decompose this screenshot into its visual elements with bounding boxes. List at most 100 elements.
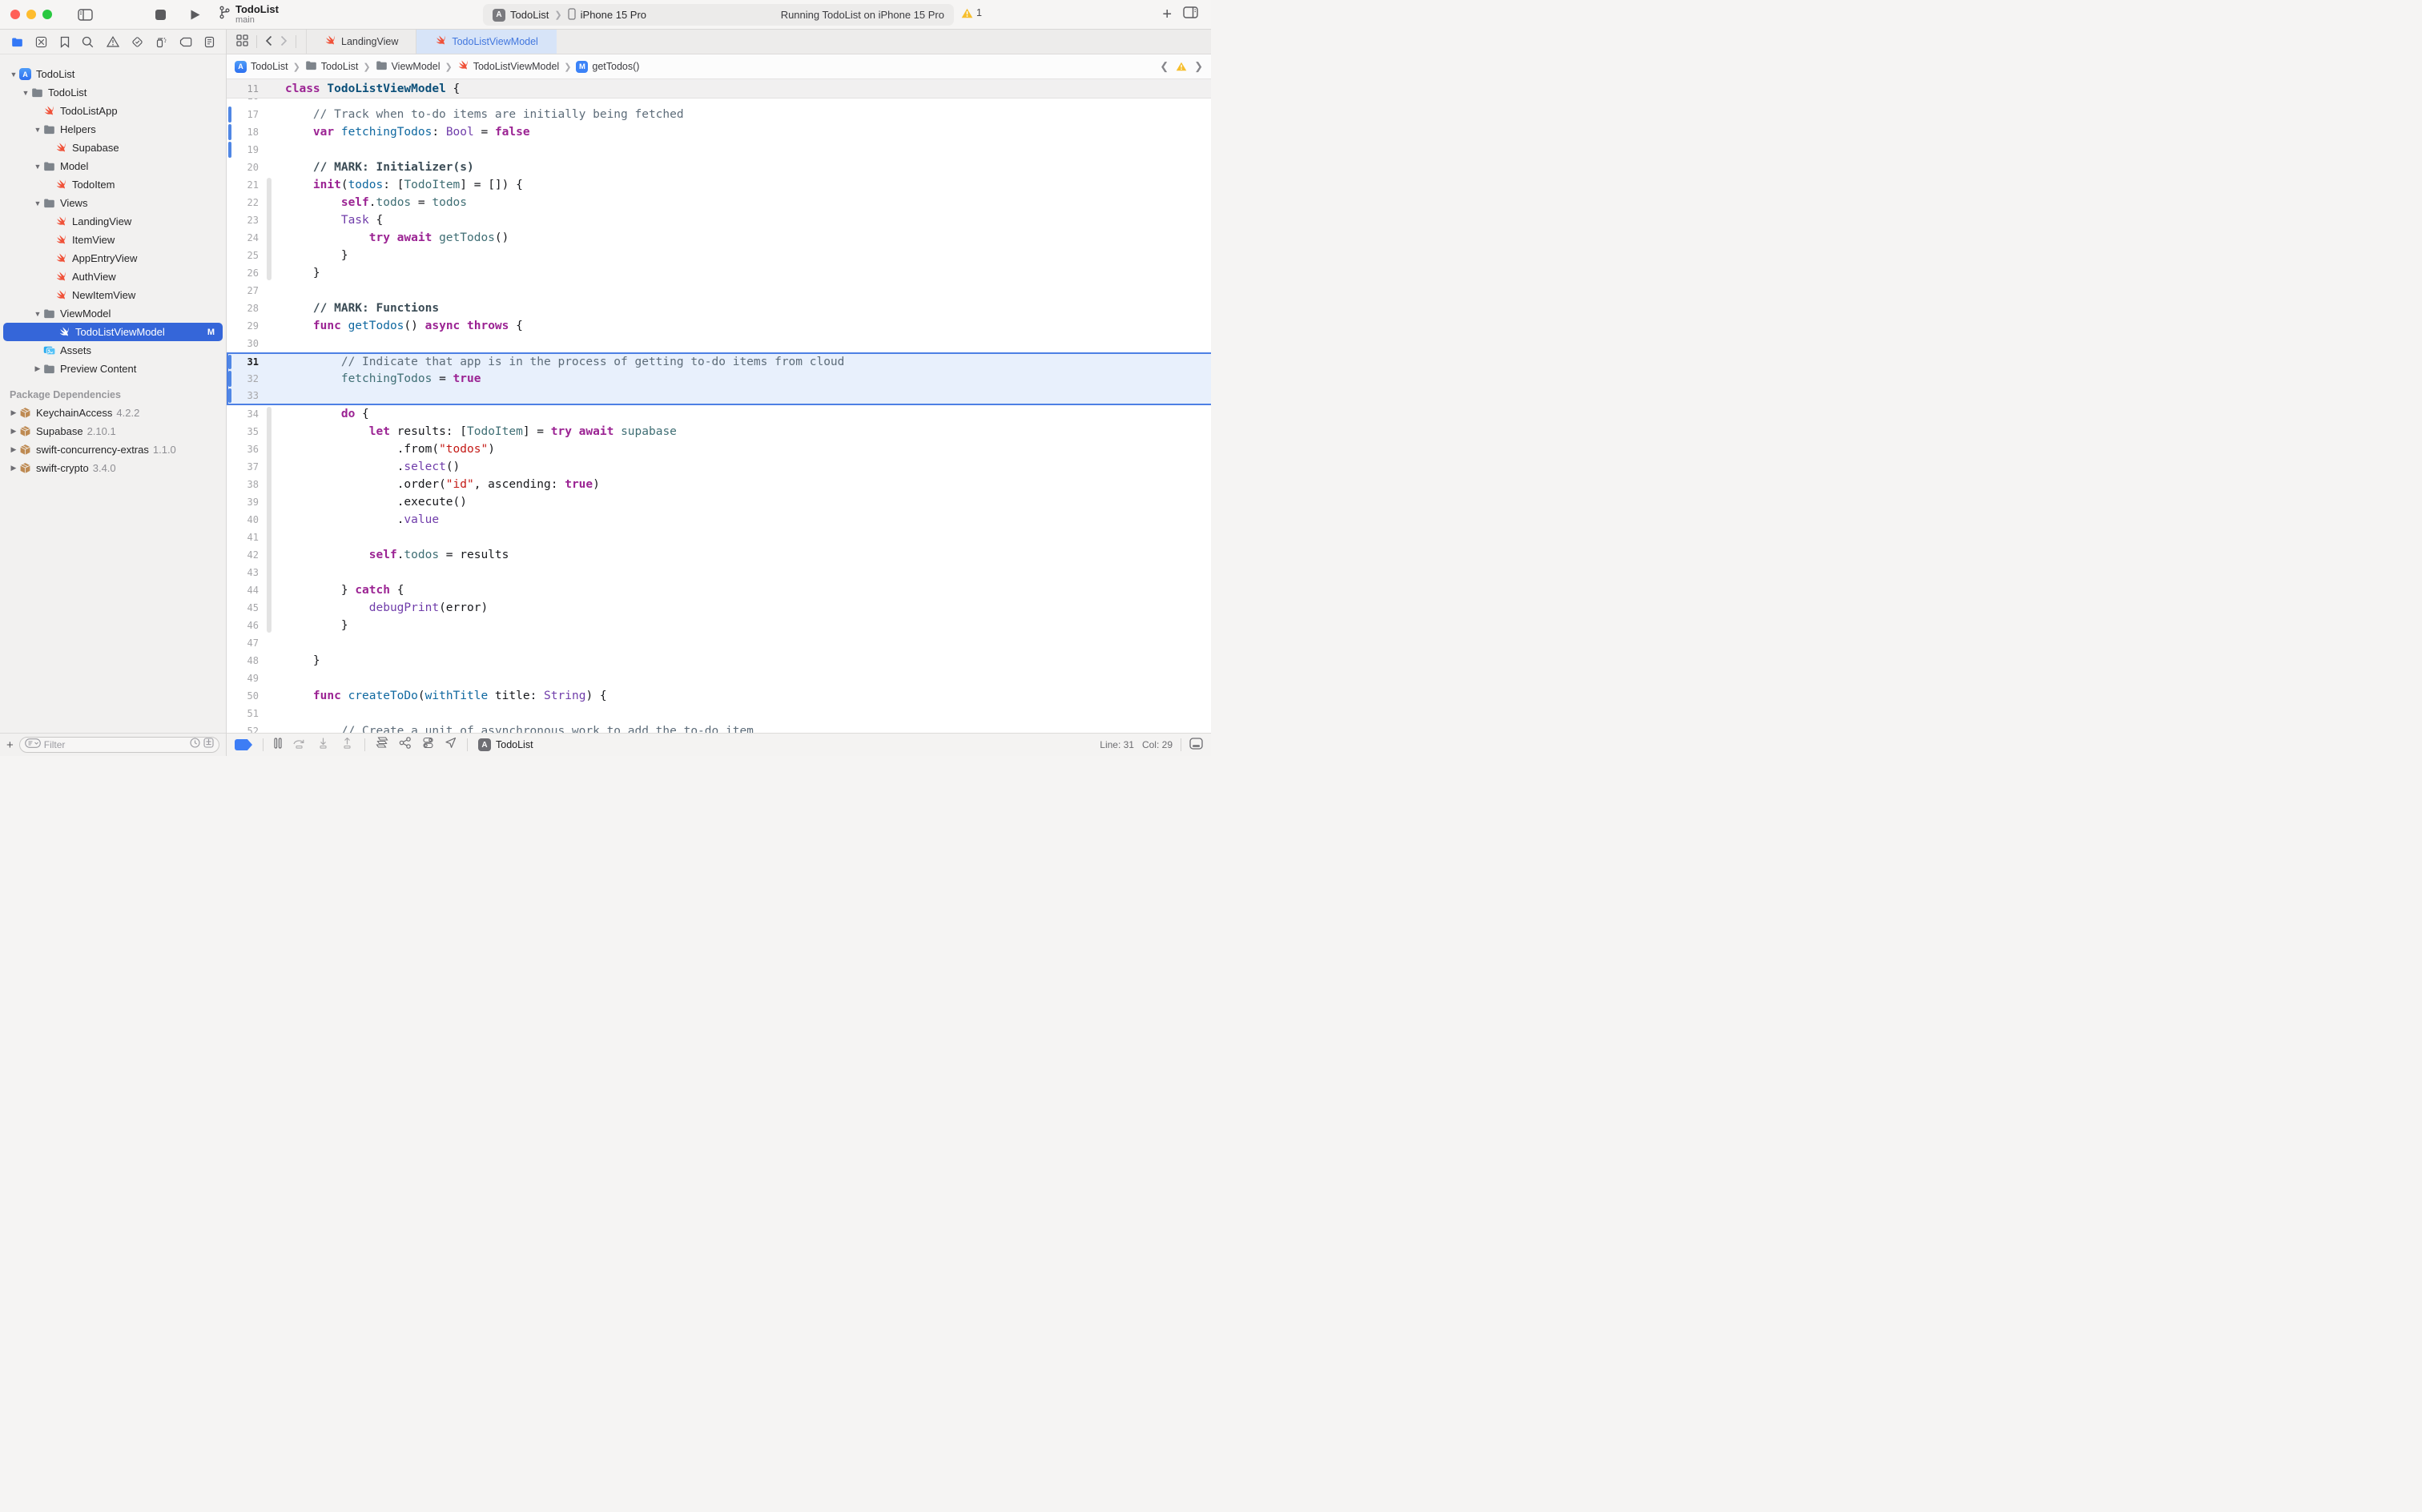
code-line-27[interactable]: 27 <box>227 282 1211 300</box>
disclosure-open-icon[interactable]: ▼ <box>32 310 43 318</box>
reports-icon[interactable] <box>204 36 215 48</box>
code-line-19[interactable]: 19 <box>227 141 1211 159</box>
environment-overrides-icon[interactable] <box>422 737 434 753</box>
code-line-50[interactable]: 50 func createToDo(withTitle title: Stri… <box>227 687 1211 705</box>
debug-icon[interactable] <box>155 36 167 48</box>
editor-tab-todolistviewmodel[interactable]: TodoListViewModel <box>416 30 556 54</box>
find-icon[interactable] <box>82 36 94 48</box>
add-file-button[interactable]: + <box>6 738 14 752</box>
scheme-selector[interactable]: A TodoList ❯ iPhone 15 Pro Running TodoL… <box>483 4 954 26</box>
code-line-28[interactable]: 28 // MARK: Functions <box>227 300 1211 317</box>
bookmarks-icon[interactable] <box>60 36 70 48</box>
code-line-36[interactable]: 36 .from("todos") <box>227 440 1211 458</box>
code-line-31[interactable]: 31 // Indicate that app is in the proces… <box>227 352 1211 370</box>
tree-item-views[interactable]: ▼Views <box>0 194 226 212</box>
code-line-44[interactable]: 44 } catch { <box>227 581 1211 599</box>
step-into-icon[interactable] <box>316 738 330 753</box>
recent-files-icon[interactable] <box>190 738 200 752</box>
tree-item-appentryview[interactable]: AppEntryView <box>0 249 226 267</box>
code-line-16[interactable]: 16 <box>227 99 1211 105</box>
issues-icon[interactable] <box>107 36 119 47</box>
tree-item-todoitem[interactable]: TodoItem <box>0 175 226 194</box>
tree-item-helpers[interactable]: ▼Helpers <box>0 120 226 139</box>
code-line-33[interactable]: 33 <box>227 388 1211 405</box>
breadcrumb-item-todolist[interactable]: ATodoList <box>235 61 288 73</box>
pause-icon[interactable] <box>274 738 282 753</box>
source-editor[interactable]: 11class TodoListViewModel {1617 // Track… <box>227 79 1211 733</box>
breadcrumb-item-todolistviewmodel[interactable]: TodoListViewModel <box>457 59 559 74</box>
tree-item-assets[interactable]: Assets <box>0 341 226 360</box>
disclosure-closed-icon[interactable]: ▶ <box>8 408 19 417</box>
tree-item-swift-concurrency-extras[interactable]: ▶swift-concurrency-extras1.1.0 <box>0 440 226 459</box>
tree-item-model[interactable]: ▼Model <box>0 157 226 175</box>
code-line-40[interactable]: 40 .value <box>227 511 1211 529</box>
disclosure-open-icon[interactable]: ▼ <box>20 89 31 97</box>
breadcrumb-item-gettodos-[interactable]: MgetTodos() <box>576 61 639 73</box>
run-destination[interactable]: iPhone 15 Pro <box>581 9 646 21</box>
editor-only-mode-icon[interactable] <box>1189 738 1203 752</box>
breakpoints-toggle-icon[interactable] <box>235 739 252 750</box>
right-panel-toggle-icon[interactable] <box>1183 6 1198 22</box>
run-button[interactable] <box>185 7 206 22</box>
running-app-name[interactable]: TodoList <box>496 739 533 750</box>
code-line-51[interactable]: 51 <box>227 705 1211 722</box>
scheme-name[interactable]: TodoList <box>510 9 549 21</box>
close-window-button[interactable] <box>10 10 20 19</box>
warning-badge[interactable]: 1 <box>961 7 982 18</box>
code-line-11[interactable]: 11class TodoListViewModel { <box>227 79 1211 99</box>
code-line-34[interactable]: 34 do { <box>227 405 1211 423</box>
zoom-window-button[interactable] <box>42 10 52 19</box>
source-control-filter-icon[interactable] <box>203 738 214 752</box>
disclosure-open-icon[interactable]: ▼ <box>32 163 43 171</box>
filter-field[interactable] <box>19 737 219 753</box>
breadcrumb-item-todolist[interactable]: TodoList <box>305 60 359 73</box>
code-line-17[interactable]: 17 // Track when to-do items are initial… <box>227 106 1211 123</box>
previous-issue-icon[interactable]: ❮ <box>1160 60 1169 73</box>
memory-graph-icon[interactable] <box>399 737 412 753</box>
tree-item-itemview[interactable]: ItemView <box>0 231 226 249</box>
warning-icon[interactable] <box>1176 62 1187 71</box>
code-line-48[interactable]: 48 } <box>227 652 1211 670</box>
tree-item-preview-content[interactable]: ▶Preview Content <box>0 360 226 378</box>
disclosure-open-icon[interactable]: ▼ <box>32 126 43 134</box>
code-line-45[interactable]: 45 debugPrint(error) <box>227 599 1211 617</box>
code-line-32[interactable]: 32 fetchingTodos = true <box>227 370 1211 388</box>
disclosure-closed-icon[interactable]: ▶ <box>32 364 43 373</box>
code-line-49[interactable]: 49 <box>227 670 1211 687</box>
view-hierarchy-icon[interactable] <box>376 737 388 753</box>
tab-overview-icon[interactable] <box>236 34 248 49</box>
code-line-30[interactable]: 30 <box>227 335 1211 352</box>
code-line-52[interactable]: 52 // Create a unit of asynchronous work… <box>227 722 1211 733</box>
tests-icon[interactable] <box>131 36 143 48</box>
breadcrumb-item-viewmodel[interactable]: ViewModel <box>376 60 441 73</box>
code-line-21[interactable]: 21 init(todos: [TodoItem] = []) { <box>227 176 1211 194</box>
disclosure-closed-icon[interactable]: ▶ <box>8 464 19 472</box>
code-line-47[interactable]: 47 <box>227 634 1211 652</box>
tree-item-authview[interactable]: AuthView <box>0 267 226 286</box>
source-control-icon[interactable] <box>35 36 47 48</box>
code-line-25[interactable]: 25 } <box>227 247 1211 264</box>
project-navigator-icon[interactable] <box>11 37 23 47</box>
plus-icon[interactable]: + <box>1162 6 1172 22</box>
code-line-41[interactable]: 41 <box>227 529 1211 546</box>
next-issue-icon[interactable]: ❯ <box>1194 60 1203 73</box>
tree-item-viewmodel[interactable]: ▼ViewModel <box>0 304 226 323</box>
code-line-39[interactable]: 39 .execute() <box>227 493 1211 511</box>
disclosure-closed-icon[interactable]: ▶ <box>8 445 19 454</box>
stop-button[interactable] <box>151 8 171 22</box>
code-line-35[interactable]: 35 let results: [TodoItem] = try await s… <box>227 423 1211 440</box>
editor-tab-landingview[interactable]: LandingView <box>306 30 416 54</box>
tree-item-swift-crypto[interactable]: ▶swift-crypto3.4.0 <box>0 459 226 477</box>
sidebar-toggle-icon[interactable] <box>73 7 98 22</box>
back-icon[interactable] <box>265 35 272 49</box>
disclosure-open-icon[interactable]: ▼ <box>32 199 43 207</box>
tree-item-keychainaccess[interactable]: ▶KeychainAccess4.2.2 <box>0 404 226 422</box>
tree-item-newitemview[interactable]: NewItemView <box>0 286 226 304</box>
code-line-37[interactable]: 37 .select() <box>227 458 1211 476</box>
tree-item-supabase[interactable]: Supabase <box>0 139 226 157</box>
code-line-26[interactable]: 26 } <box>227 264 1211 282</box>
tree-item-supabase[interactable]: ▶Supabase2.10.1 <box>0 422 226 440</box>
code-line-20[interactable]: 20 // MARK: Initializer(s) <box>227 159 1211 176</box>
tree-item-todolist[interactable]: ▼TodoList <box>0 83 226 102</box>
breakpoints-icon[interactable] <box>179 37 192 47</box>
